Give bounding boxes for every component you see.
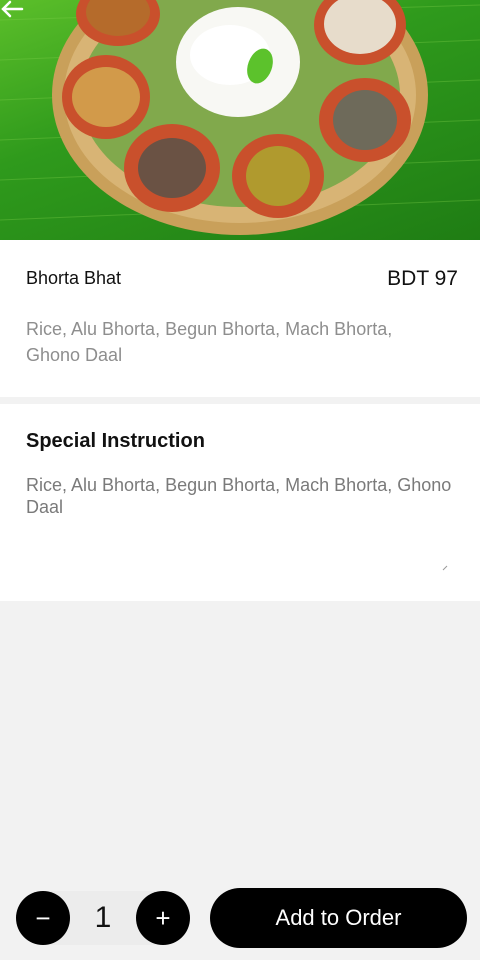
item-price: BDT 97 <box>387 267 458 290</box>
increase-quantity-button[interactable]: + <box>136 891 190 945</box>
item-description: Rice, Alu Bhorta, Begun Bhorta, Mach Bho… <box>26 319 393 365</box>
arrow-left-icon[interactable] <box>0 0 24 18</box>
special-instruction-title: Special Instruction <box>26 430 205 452</box>
plus-icon: + <box>155 902 171 933</box>
decrease-quantity-button[interactable]: − <box>16 891 70 945</box>
special-instruction-card: Special Instruction <box>0 404 480 601</box>
thali-illustration <box>0 0 480 235</box>
food-image <box>0 0 480 240</box>
resize-handle-icon[interactable] <box>442 565 448 571</box>
quantity-stepper: − 1 + <box>16 891 190 945</box>
minus-icon: − <box>35 902 51 933</box>
item-details-card: Bhorta Bhat BDT 97 Rice, Alu Bhorta, Beg… <box>0 240 480 397</box>
item-name: Bhorta Bhat <box>26 268 122 288</box>
quantity-value: 1 <box>94 901 112 934</box>
add-to-order-button[interactable]: Add to Order <box>210 888 467 948</box>
special-instruction-input[interactable] <box>26 474 456 584</box>
